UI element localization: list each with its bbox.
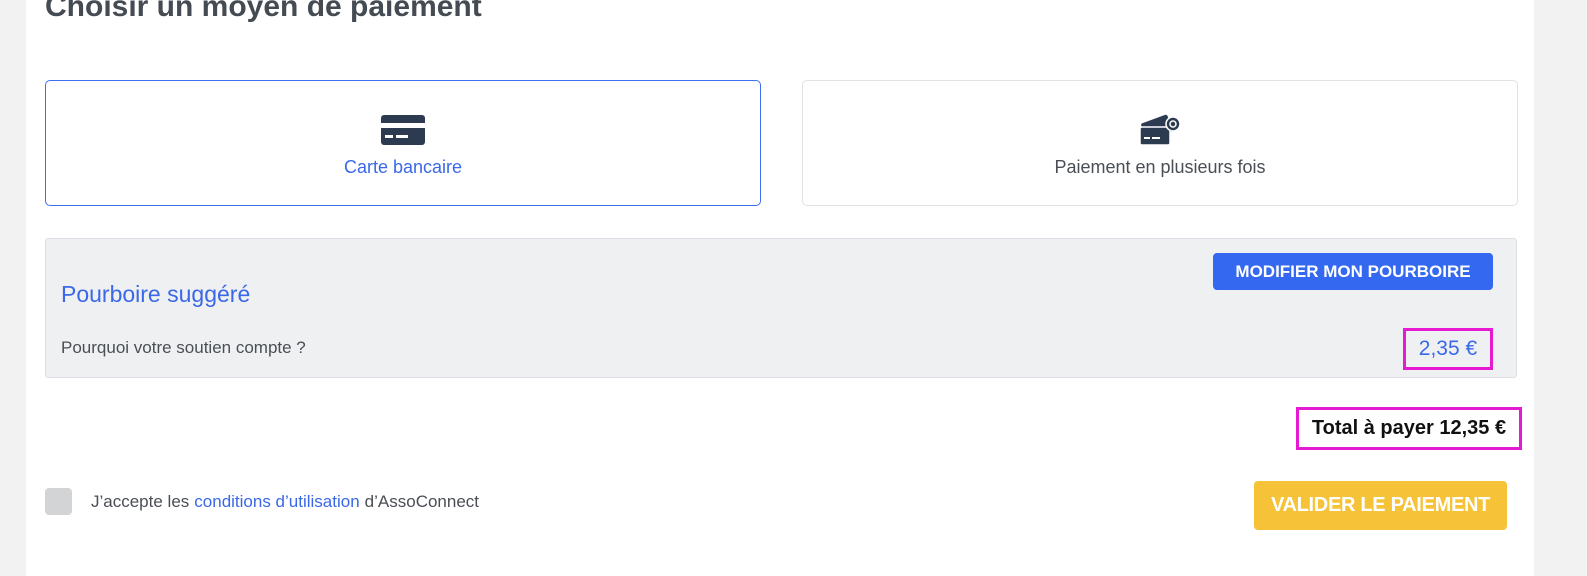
tip-title: Pourboire suggéré [61,281,251,307]
tip-why-text: Pourquoi votre soutien compte ? [61,338,306,357]
page-title: Choisir un moyen de paiement [45,0,482,23]
validate-payment-button[interactable]: VALIDER LE PAIEMENT [1254,481,1507,530]
terms-checkbox[interactable] [45,488,72,515]
terms-acceptance: J’accepte les conditions d’utilisation d… [45,488,479,515]
payment-method-label: Paiement en plusieurs fois [1054,157,1266,177]
tip-section: Pourboire suggéré Pourquoi votre soutien… [45,238,1517,378]
credit-card-icon [381,115,425,145]
payment-method-label: Carte bancaire [343,157,463,177]
terms-suffix: d’AssoConnect [364,491,480,511]
terms-prefix: J’accepte les [91,491,190,511]
modify-tip-button[interactable]: MODIFIER MON POURBOIRE [1213,253,1493,290]
payment-method-installments[interactable]: Paiement en plusieurs fois [802,80,1518,206]
tip-amount: 2,35 € [1403,328,1493,370]
terms-link[interactable]: conditions d’utilisation [194,492,359,512]
payment-method-card-bancaire[interactable]: Carte bancaire [45,80,761,206]
total-to-pay: Total à payer 12,35 € [1296,407,1522,450]
installment-cards-icon [1138,114,1182,146]
